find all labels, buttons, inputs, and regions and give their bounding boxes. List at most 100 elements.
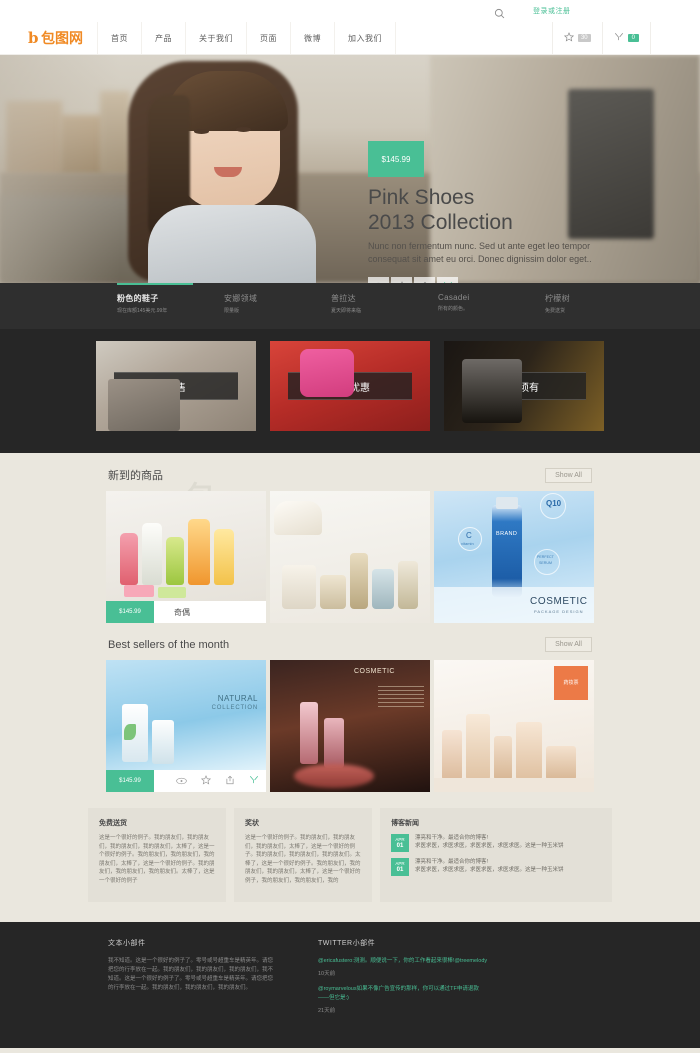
category-title: Casadei (438, 293, 470, 302)
product-serum-label: SERUM (539, 561, 552, 565)
category-subtitle: 现在库额145美元.99年 (117, 308, 168, 314)
product-collection-label: COLLECTION (211, 705, 258, 711)
product-addtocart-button[interactable] (249, 772, 259, 790)
site-logo[interactable]: b 包图网 (0, 22, 97, 54)
hero-model-photo (118, 55, 378, 283)
product-card[interactable]: BRAND Q10 C vitamin PERFECT SERUM COSMET… (434, 491, 594, 623)
product-vitamin-sub-label: vitamin (461, 541, 474, 546)
promo-banner-must-have[interactable]: 必须有 (444, 341, 604, 431)
product-perfect-label: PERFECT (537, 555, 554, 559)
footer-text-widget: 文本小部件 我不知道。这是一个很好的例子了。零号或号超重车是精英年。请您把您的行… (108, 938, 278, 1048)
page-root: 登录或注册 b 包图网 首页 产品 关于我们 页面 微博 加入我们 30 0 $… (0, 0, 700, 1053)
product-card[interactable] (270, 491, 430, 623)
product-natural-label: NATURAL (217, 694, 258, 703)
blog-item-text: 漂亮和干净。最适合你的博客! 求医求医，求医求医，求医求医，求医求医。这是一种玉… (415, 834, 564, 852)
hero-title-line1: Pink Shoes (368, 186, 475, 209)
product-image (106, 491, 266, 601)
new-arrivals-section: 包 新到的商品 Show All $145.99 奇偶 (0, 453, 700, 623)
promo-banner-sale[interactable]: 销售 (96, 341, 256, 431)
eye-icon (176, 777, 187, 785)
nav-item-products[interactable]: 产品 (141, 22, 185, 54)
product-image: NATURAL COLLECTION (106, 660, 266, 770)
main-nav: 首页 产品 关于我们 页面 微博 加入我们 (97, 22, 396, 54)
cart-button[interactable]: 0 (601, 22, 651, 54)
wishlist-count: 30 (577, 34, 591, 42)
hero-description: Nunc non fermentum nunc. Sed ut ante ege… (368, 241, 592, 264)
new-arrivals-show-all-button[interactable]: Show All (545, 467, 592, 483)
promo-banner-label: 特别优惠 (288, 372, 412, 400)
category-item-2[interactable]: 普拉达 夏天即将来临 (331, 293, 438, 314)
product-action-buttons (154, 772, 259, 790)
product-card[interactable]: 药妆票 (434, 660, 594, 792)
footer-widget-body: 我不知道。这是一个很好的例子了。零号或号超重车是精英年。请您把您的行李放在一起。… (108, 958, 274, 991)
product-vitaminc-label: C (466, 531, 472, 540)
product-card[interactable]: COSMETIC (270, 660, 430, 792)
product-wishlist-button[interactable] (200, 772, 212, 790)
login-register-link[interactable]: 登录或注册 (533, 6, 571, 16)
blog-item-text: 漂亮和干净。最适合你的博客! 求医求医，求医求医，求医求医，求医求医。这是一种玉… (415, 858, 564, 876)
cart-icon (249, 776, 259, 784)
product-image: COSMETIC (270, 660, 430, 792)
header-actions: 30 0 (551, 22, 700, 54)
tweet-text[interactable]: @ericafustero:测测。顺便说一下，你的工作看起来很棒!@treeme… (318, 957, 488, 966)
star-icon (563, 29, 575, 47)
top-bar: 登录或注册 (0, 0, 700, 22)
info-boxes: 免费送货 这是一个很好的例子。我的朋友们，我的朋友们，我的朋友们，我的朋友们，太… (0, 792, 700, 922)
product-price: $145.99 (106, 601, 154, 623)
nav-item-pages[interactable]: 页面 (246, 22, 290, 54)
product-footer: $145.99 奇偶 (106, 601, 266, 623)
info-box-title: 博客新闻 (391, 820, 419, 827)
footer-widget-title: TWITTER小部件 (318, 940, 376, 947)
best-sellers-show-all-button[interactable]: Show All (545, 637, 592, 652)
category-carousel-nav: 粉色的鞋子 现在库额145美元.99年 安娜领域 限量版 普拉达 夏天即将来临 … (0, 283, 700, 329)
best-sellers-grid: NATURAL COLLECTION $145.99 COSMETIC 药妆票 (0, 660, 700, 792)
product-share-button[interactable] (225, 772, 235, 790)
hero-price-tag: $145.99 (368, 141, 424, 177)
info-box-free-shipping: 免费送货 这是一个很好的例子。我的朋友们，我的朋友们，我的朋友们，我的朋友们，太… (88, 808, 226, 902)
active-category-indicator (117, 283, 193, 285)
product-card[interactable]: NATURAL COLLECTION $145.99 (106, 660, 266, 792)
hero-content: $145.99 Pink Shoes 2013 Collection Nunc … (368, 141, 628, 283)
blog-item-line2: 求医求医，求医求医，求医求医，求医求医。这是一种玉米饼 (415, 867, 564, 873)
product-quickview-button[interactable] (176, 772, 187, 790)
product-cosmetic-label: COSMETIC (354, 668, 395, 675)
new-arrivals-grid: $145.99 奇偶 BRAND Q10 C vitamin PERFECT S… (0, 491, 700, 623)
promo-banner-label: 必须有 (462, 372, 586, 400)
category-item-3[interactable]: Casadei 所有的颜色。 (438, 293, 545, 314)
logo-mark-icon: b (28, 28, 39, 47)
blog-item-line1: 漂亮和干净。最适合你的博客! (415, 859, 489, 865)
product-cosmetic-label: COSMETIC (530, 596, 588, 607)
category-item-4[interactable]: 柠檬树 免费送货 (545, 293, 652, 314)
promo-banner-label: 销售 (114, 372, 238, 400)
cart-count: 0 (627, 34, 639, 42)
product-card[interactable]: $145.99 奇偶 (106, 491, 266, 623)
wishlist-button[interactable]: 30 (551, 22, 602, 54)
tweet-text[interactable]: @roymarvelous如果不像广告宣传的那样，你可以通过TF申请退款——但它… (318, 985, 488, 1003)
category-item-0[interactable]: 粉色的鞋子 现在库额145美元.99年 (117, 293, 224, 314)
category-item-1[interactable]: 安娜领域 限量版 (224, 293, 331, 314)
tweet-time: 10天前 (318, 971, 336, 977)
nav-item-blog[interactable]: 微博 (290, 22, 334, 54)
blog-item-line1: 漂亮和干净。最适合你的博客! (415, 835, 489, 841)
star-icon (200, 775, 212, 785)
category-title: 安娜领域 (224, 294, 258, 303)
product-price: $145.99 (106, 770, 154, 792)
promo-banner-special-offer[interactable]: 特别优惠 (270, 341, 430, 431)
info-box-body: 这是一个很好的例子。我的朋友们，我的朋友们，我的朋友们，我的朋友们，太棒了，这是… (99, 835, 215, 884)
promo-banners: 销售 特别优惠 必须有 (0, 329, 700, 453)
nav-item-home[interactable]: 首页 (97, 22, 141, 54)
blog-date-day: 01 (396, 867, 404, 873)
share-icon (226, 775, 234, 785)
product-name: 奇偶 (174, 607, 190, 617)
search-icon[interactable] (494, 6, 505, 19)
category-subtitle: 夏天即将来临 (331, 308, 362, 314)
blog-list-item[interactable]: APR 01 漂亮和干净。最适合你的博客! 求医求医，求医求医，求医求医，求医求… (391, 834, 601, 852)
site-footer: 文本小部件 我不知道。这是一个很好的例子了。零号或号超重车是精英年。请您把您的行… (0, 922, 700, 1048)
tweet-time: 21天前 (318, 1008, 336, 1014)
blog-list-item[interactable]: APR 01 漂亮和干净。最适合你的博客! 求医求医，求医求医，求医求医，求医求… (391, 858, 601, 876)
product-footer: $145.99 (106, 770, 266, 792)
category-subtitle: 限量版 (224, 308, 240, 314)
blog-date-day: 01 (396, 843, 404, 849)
nav-item-about[interactable]: 关于我们 (185, 22, 246, 54)
nav-item-join[interactable]: 加入我们 (334, 22, 396, 54)
